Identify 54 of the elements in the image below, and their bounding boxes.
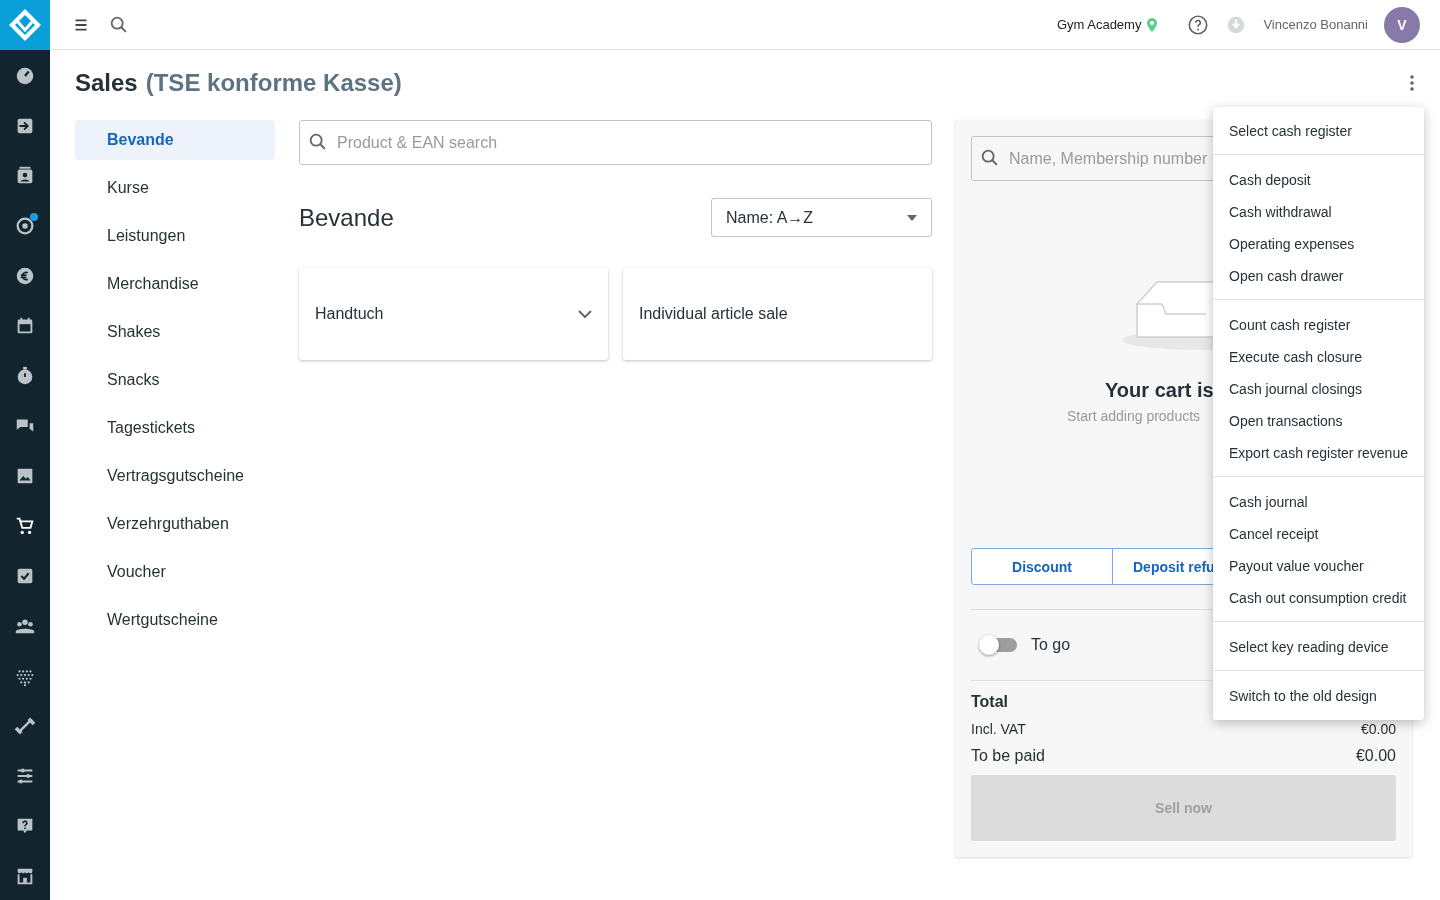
- empty-cart-title: Your cart is: [1104, 379, 1214, 402]
- category-item[interactable]: Shakes: [75, 312, 275, 352]
- to-go-toggle[interactable]: [981, 638, 1017, 652]
- caret-icon: [907, 214, 917, 221]
- menu-item[interactable]: Switch to the old design: [1213, 680, 1424, 712]
- section-heading: Bevande: [299, 203, 394, 232]
- location-pin-icon: [1145, 16, 1160, 33]
- category-item[interactable]: Tagestickets: [75, 408, 275, 448]
- target-icon[interactable]: [14, 215, 36, 237]
- menu-item[interactable]: Export cash register revenue: [1213, 437, 1424, 469]
- dumbbell-icon[interactable]: [14, 715, 36, 737]
- menu-item[interactable]: Open cash drawer: [1213, 260, 1424, 292]
- page-subtitle: (TSE konforme Kasse): [145, 69, 402, 97]
- gauge-icon[interactable]: [14, 65, 36, 87]
- product-card[interactable]: Handtuch: [299, 268, 608, 360]
- help-icon[interactable]: [1187, 13, 1210, 36]
- category-item[interactable]: Verzehrguthaben: [75, 504, 275, 544]
- category-item[interactable]: Merchandise: [75, 264, 275, 304]
- menu-item[interactable]: Cash journal: [1213, 486, 1424, 518]
- menu-item[interactable]: Operating expenses: [1213, 228, 1424, 260]
- menu-item[interactable]: Open transactions: [1213, 405, 1424, 437]
- studio-name[interactable]: Gym Academy: [1056, 17, 1142, 32]
- category-item[interactable]: Snacks: [75, 360, 275, 400]
- category-item[interactable]: Voucher: [75, 552, 275, 592]
- summary-label: Incl. VAT: [971, 721, 1026, 737]
- cart-action-button[interactable]: Discount: [971, 548, 1113, 585]
- summary-value: €0.00: [1360, 721, 1396, 737]
- menu-item[interactable]: Cash journal closings: [1213, 373, 1424, 405]
- user-avatar[interactable]: V: [1384, 6, 1420, 43]
- menu-item[interactable]: Cash withdrawal: [1213, 196, 1424, 228]
- menu-item[interactable]: Select key reading device: [1213, 631, 1424, 663]
- category-item[interactable]: Vertragsgutscheine: [75, 456, 275, 496]
- page-title: Sales: [75, 69, 138, 97]
- logo-icon[interactable]: [7, 7, 43, 43]
- summary-value: €0.00: [1355, 747, 1396, 765]
- empty-cart-text: Start adding products: [1066, 408, 1201, 424]
- category-item[interactable]: Kurse: [75, 168, 275, 208]
- user-name[interactable]: Vincenzo Bonanni: [1263, 17, 1368, 32]
- chevron-down-icon[interactable]: [578, 309, 592, 319]
- menu-item[interactable]: Cancel receipt: [1213, 518, 1424, 550]
- euro-icon[interactable]: [14, 265, 36, 287]
- menu-item[interactable]: Cash out consumption credit: [1213, 582, 1424, 614]
- menu-item[interactable]: Execute cash closure: [1213, 341, 1424, 373]
- cart-icon[interactable]: [14, 515, 36, 537]
- total-label: Total: [971, 693, 1009, 711]
- sort-dropdown[interactable]: Name: A→Z: [711, 198, 932, 237]
- toggle-label: To go: [1031, 636, 1071, 654]
- product-search-field[interactable]: Product & EAN search: [299, 120, 932, 165]
- category-item[interactable]: Wertgutscheine: [75, 600, 275, 640]
- menu-item[interactable]: Count cash register: [1213, 309, 1424, 341]
- category-item[interactable]: Leistungen: [75, 216, 275, 256]
- product-card[interactable]: Individual article sale: [623, 268, 932, 360]
- summary-label: To be paid: [971, 747, 1045, 765]
- category-item[interactable]: Bevande: [75, 120, 275, 160]
